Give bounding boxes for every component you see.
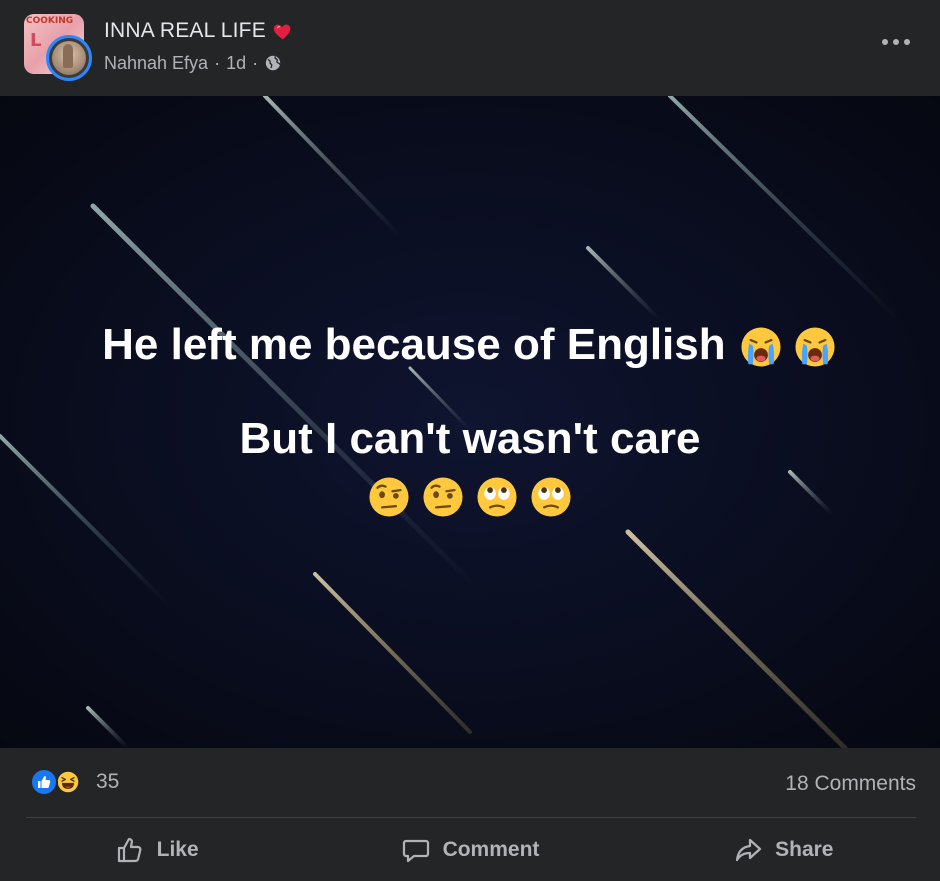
eye-roll-emoji (531, 477, 571, 517)
group-avatar-text: COOKING (26, 16, 74, 26)
more-icon (882, 39, 910, 45)
comment-label: Comment (442, 837, 540, 861)
title-row: INNA REAL LIFE (104, 17, 294, 45)
heart-icon (273, 24, 291, 40)
action-bar: Like Comment Share (0, 818, 940, 881)
meta-separator-2: · (252, 52, 259, 73)
author-name[interactable]: Nahnah Efya (104, 53, 208, 74)
post-text-line-1: He left me because of English (0, 320, 940, 370)
raised-eyebrow-emoji (369, 477, 409, 517)
crying-emoji-group (738, 324, 838, 370)
share-label: Share (775, 837, 834, 861)
like-reaction-icon (30, 768, 58, 796)
post-image[interactable]: He left me because of English But I can'… (0, 96, 940, 748)
thumbs-up-icon (117, 837, 142, 862)
group-name[interactable]: INNA REAL LIFE (104, 19, 266, 43)
more-options-button[interactable] (878, 28, 914, 56)
comment-button[interactable]: Comment (313, 818, 626, 881)
eye-roll-emoji (477, 477, 517, 517)
user-avatar-figure (63, 44, 73, 68)
like-label: Like (156, 837, 199, 861)
post-text-line-2: But I can't wasn't care (239, 414, 701, 463)
post-stats: 35 18 Comments (0, 748, 940, 818)
share-button[interactable]: Share (627, 818, 940, 881)
post-time[interactable]: 1d (226, 53, 246, 74)
meta-separator: · (214, 52, 221, 73)
reaction-count[interactable]: 35 (96, 770, 119, 794)
comments-count[interactable]: 18 Comments (785, 772, 916, 796)
share-icon (736, 838, 762, 861)
post-line-1-text: He left me because of English (102, 320, 726, 369)
reactions-summary[interactable]: 35 (30, 768, 119, 796)
post-text-line-3 (0, 474, 940, 534)
emoji-row (366, 474, 574, 520)
haha-reaction-icon (54, 768, 82, 796)
post-card: COOKING L INNA REAL LIFE Nahnah Efya · 1… (0, 0, 940, 881)
crying-emoji (795, 327, 835, 367)
like-button[interactable]: Like (0, 818, 313, 881)
crying-emoji (741, 327, 781, 367)
post-header: COOKING L INNA REAL LIFE Nahnah Efya · 1… (0, 0, 940, 96)
globe-icon (265, 55, 281, 71)
user-avatar[interactable] (46, 35, 92, 81)
raised-eyebrow-emoji (423, 477, 463, 517)
meta-row: Nahnah Efya · 1d · (104, 51, 282, 75)
group-avatar-letter: L (30, 30, 42, 51)
comment-icon (402, 839, 429, 862)
